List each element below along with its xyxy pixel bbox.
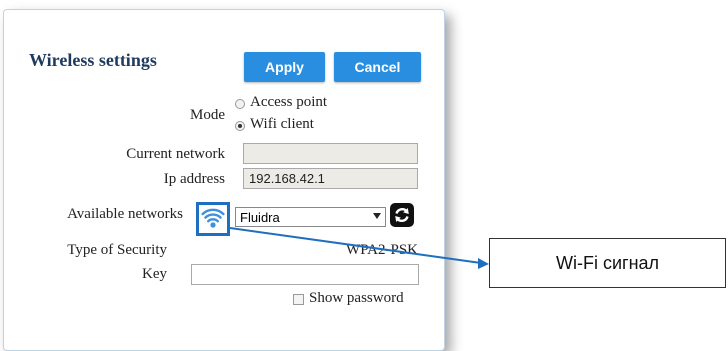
wifi-signal-callout: Wi-Fi сигнал	[489, 238, 726, 288]
